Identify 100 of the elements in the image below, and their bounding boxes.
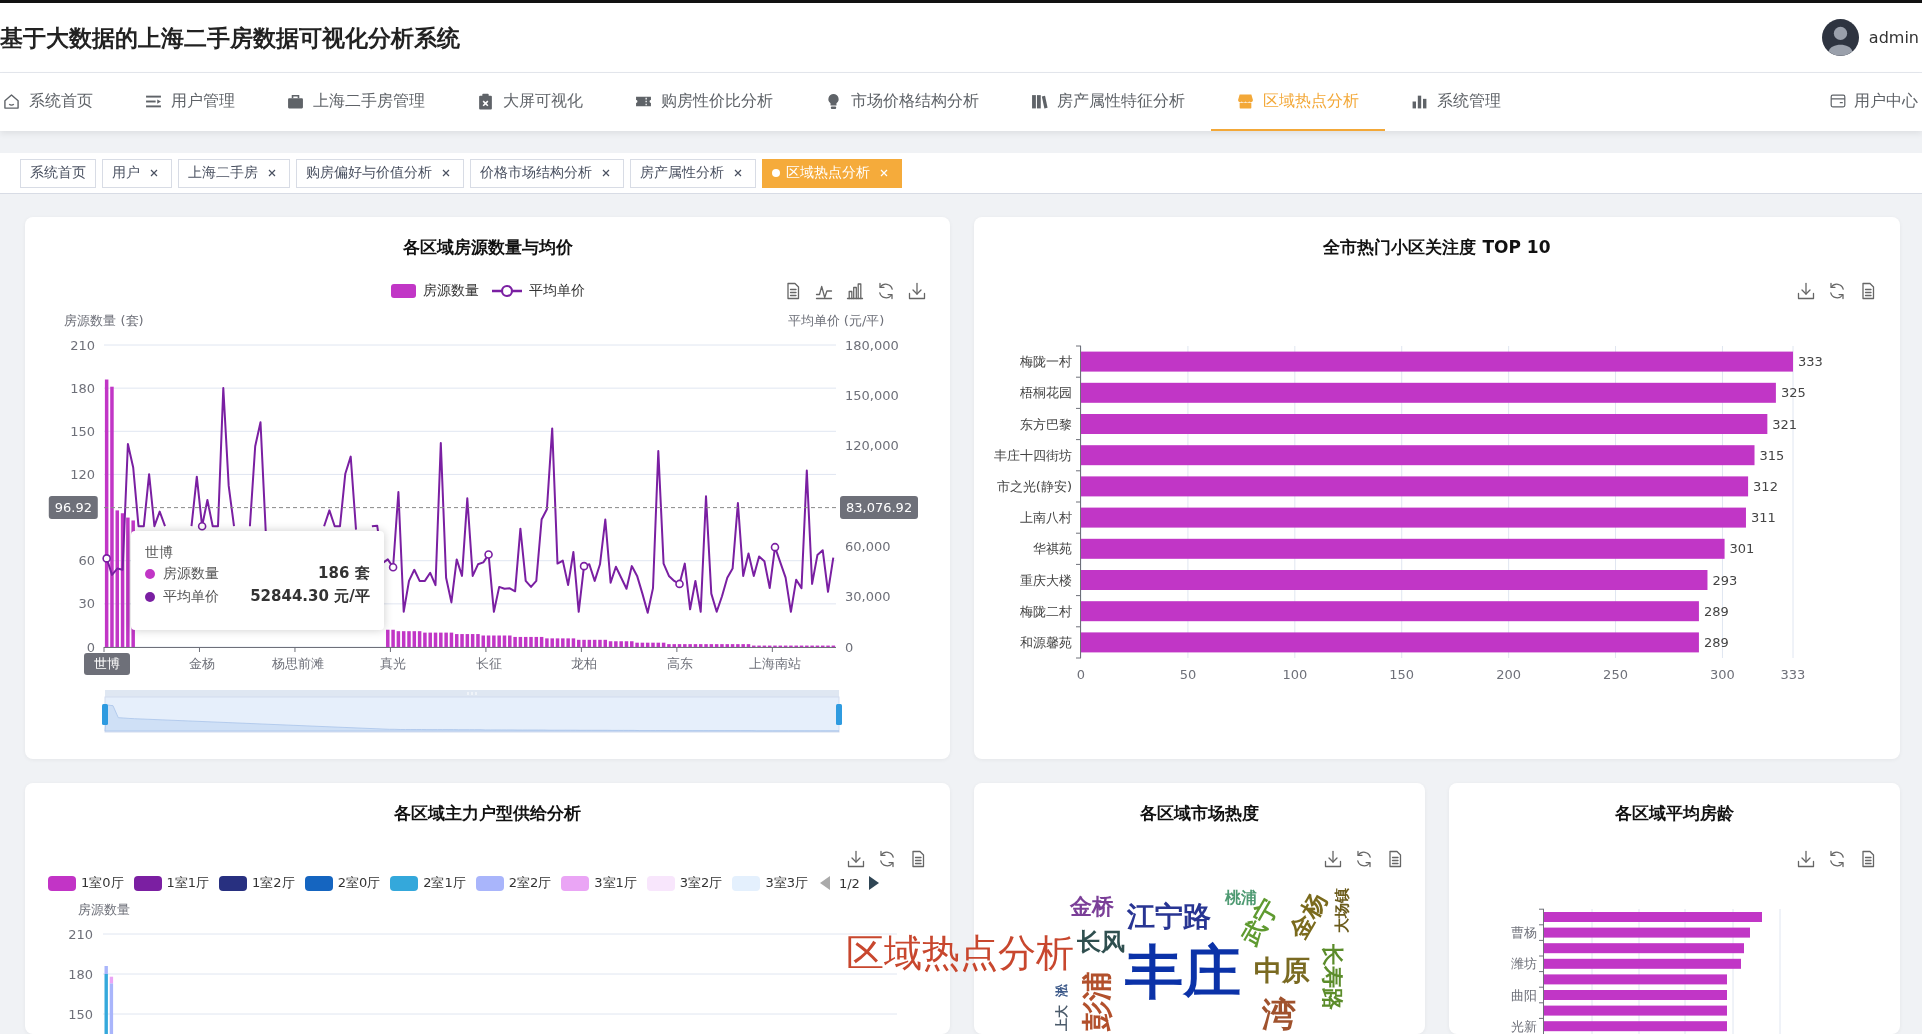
cloud-word: 中原 <box>1254 957 1310 985</box>
bar-chart-icon[interactable] <box>846 282 864 300</box>
slider-handle[interactable] <box>102 704 108 725</box>
axis-label: 150 <box>70 423 95 439</box>
page-tag[interactable]: 房产属性分析 <box>630 158 756 188</box>
close-icon[interactable] <box>268 169 276 177</box>
line-point-icon <box>388 563 398 572</box>
nav-tab[interactable]: 系统首页 <box>0 73 119 131</box>
line-point-icon <box>102 554 111 563</box>
legend-item[interactable]: 2室1厅 <box>390 874 466 892</box>
axis-label: 光新 <box>1511 1018 1537 1034</box>
bar <box>476 634 480 647</box>
nav-tab[interactable]: 购房性价比分析 <box>609 73 799 131</box>
page-tag[interactable]: 上海二手房 <box>178 158 290 188</box>
axis-label: 150 <box>1389 667 1415 682</box>
cloud-word: 淞 <box>1054 983 1068 997</box>
data-view-icon[interactable] <box>784 282 802 300</box>
download-icon[interactable] <box>1797 850 1815 868</box>
overlay-caption: 区域热点分析 <box>846 934 1074 972</box>
refresh-icon[interactable] <box>878 850 896 868</box>
user-center-link[interactable]: 用户中心 <box>1830 73 1922 131</box>
download-icon[interactable] <box>908 282 926 300</box>
close-icon[interactable] <box>734 169 742 177</box>
value-label: 289 <box>1703 603 1729 619</box>
data-view-icon[interactable] <box>1859 850 1877 868</box>
bar <box>704 644 708 647</box>
data-view-icon[interactable] <box>1386 850 1404 868</box>
close-icon[interactable] <box>602 169 610 177</box>
axis-label: 30 <box>78 596 95 612</box>
legend-item[interactable]: 1室0厅 <box>48 874 124 892</box>
value-label: 311 <box>1750 510 1776 526</box>
chart-title: 各区域平均房龄 <box>1615 803 1734 823</box>
refresh-icon[interactable] <box>877 282 895 300</box>
slider-handle[interactable] <box>836 704 842 725</box>
axis-label: 150 <box>68 1006 93 1022</box>
value-label: 321 <box>1772 416 1798 432</box>
user-avatar[interactable] <box>1821 19 1859 56</box>
nav-tab[interactable]: 上海二手房管理 <box>261 73 451 131</box>
download-icon[interactable] <box>1324 850 1342 868</box>
page-tag[interactable]: 购房偏好与价值分析 <box>296 158 464 188</box>
close-icon[interactable] <box>150 169 158 177</box>
bar <box>730 644 735 647</box>
legend-item[interactable]: 1室1厅 <box>133 874 210 892</box>
nav-tab[interactable]: 大屏可视化 <box>451 73 609 131</box>
axis-label: 金杨 <box>189 656 216 671</box>
data-view-icon[interactable] <box>909 850 927 868</box>
legend-item[interactable]: 2室2厅 <box>475 874 552 892</box>
legend-item[interactable]: 3室1厅 <box>561 874 637 892</box>
axis-label: 和源馨苑 <box>1020 634 1072 650</box>
axis-label: 真光 <box>380 656 407 671</box>
page-tag[interactable]: 系统首页 <box>20 158 96 188</box>
refresh-icon[interactable] <box>1355 850 1373 868</box>
cloud-word: 长风 <box>1077 930 1125 954</box>
tooltip-value: 186 套 <box>318 564 370 583</box>
axis-label: 180 <box>70 380 95 396</box>
page-indicator: 1/2 <box>838 875 860 891</box>
download-icon[interactable] <box>847 850 865 868</box>
range-slider[interactable] <box>104 690 840 733</box>
refresh-icon[interactable] <box>1828 850 1846 868</box>
close-icon[interactable] <box>442 169 450 177</box>
nav-tab[interactable]: 系统管理 <box>1385 73 1527 131</box>
legend-item[interactable]: 3室2厅 <box>646 874 723 892</box>
nav-tab[interactable]: 房产属性特征分析 <box>1005 73 1211 131</box>
bar <box>746 644 751 647</box>
axis-label: 210 <box>68 926 93 942</box>
app-title: 基于大数据的上海二手房数据可视化分析系统 <box>0 23 460 53</box>
value-label: 293 <box>1712 572 1738 588</box>
axis-label: 杨思前滩 <box>271 656 324 671</box>
legend-item[interactable]: 3室3厅 <box>732 874 808 892</box>
nav-tab[interactable]: 市场价格结构分析 <box>799 73 1005 131</box>
legend-item[interactable]: 1室2厅 <box>219 874 295 892</box>
page-tag[interactable]: 用户 <box>102 158 172 188</box>
legend-item[interactable]: 2室0厅 <box>304 874 381 892</box>
legend-item[interactable]: 房源数量 <box>390 282 479 300</box>
clipboard-icon <box>477 92 494 110</box>
axis-label: 曲阳 <box>1511 987 1537 1003</box>
axis-label: 丰庄十四街坊 <box>994 447 1072 463</box>
username[interactable]: admin <box>1868 28 1919 47</box>
refresh-icon[interactable] <box>1828 282 1846 300</box>
bar <box>555 638 560 647</box>
legend-item[interactable]: 平均单价 <box>491 282 585 300</box>
tooltip-label: 房源数量 <box>162 564 219 583</box>
axis-label: 100 <box>1282 667 1308 682</box>
axis-label: 120,000 <box>845 438 899 454</box>
nav-tab[interactable]: 用户管理 <box>119 73 261 131</box>
axis-label: 东方巴黎 <box>1020 416 1072 432</box>
data-view-icon[interactable] <box>1859 282 1877 300</box>
cloud-word: 江宁路 <box>1127 903 1211 931</box>
next-page-icon[interactable] <box>868 876 879 890</box>
download-icon[interactable] <box>1797 282 1815 300</box>
line-point-icon <box>770 542 780 552</box>
cloud-word: 丰庄 <box>1125 943 1241 1001</box>
axis-label: 曹杨 <box>1511 925 1537 941</box>
bar <box>582 639 586 647</box>
axis-label: 210 <box>70 337 95 353</box>
line-point-icon <box>675 579 684 589</box>
page-tag[interactable]: 价格市场结构分析 <box>470 158 624 188</box>
briefcase-icon <box>287 92 304 110</box>
axis-label: 180 <box>68 966 93 982</box>
axis-label: 上南八村 <box>1020 510 1072 526</box>
